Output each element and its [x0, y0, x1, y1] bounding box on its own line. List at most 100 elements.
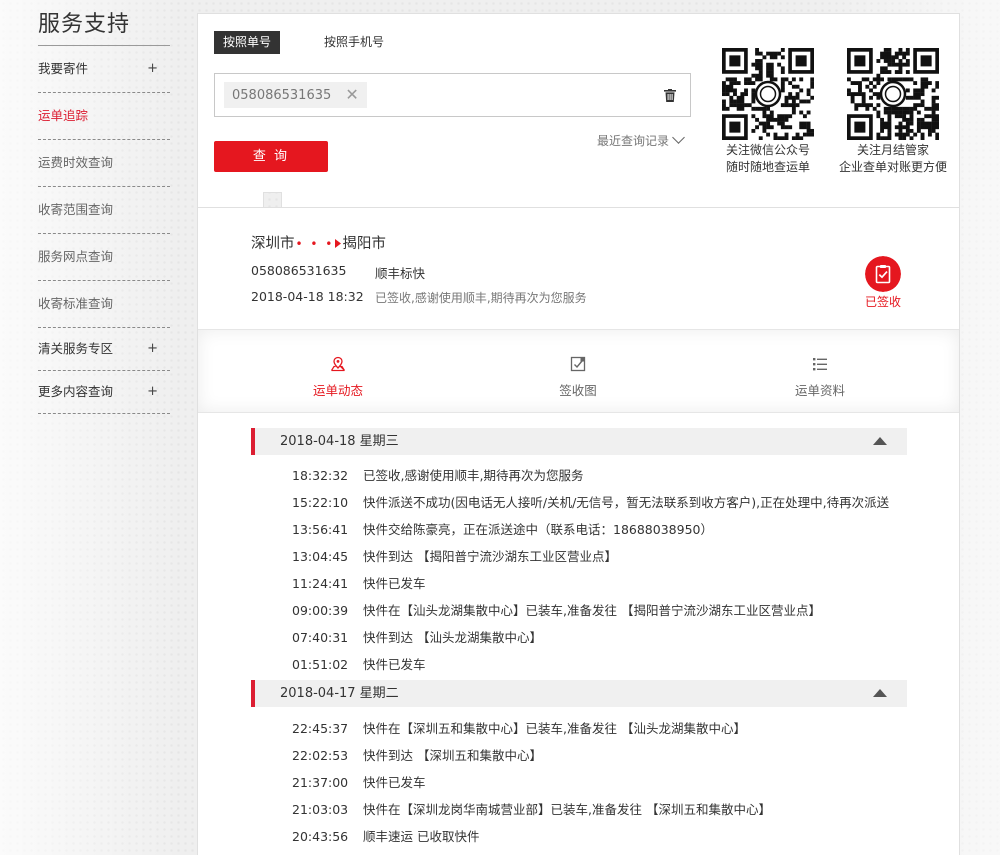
event-time: 13:04:45 — [292, 549, 349, 564]
tracking-result-panel: 深圳市• • • 揭阳市 058086531635 顺丰标快 2018-04-18… — [197, 207, 960, 855]
event-time: 13:56:41 — [292, 522, 349, 537]
event-text: 快件派送不成功(因电话无人接听/关机/无信号，暂无法联系到收方客户),正在处理中… — [363, 495, 890, 510]
sidebar-item-label: 运费时效查询 — [38, 155, 114, 170]
route-line: 深圳市• • • 揭阳市 — [251, 232, 386, 253]
tab-label: 运单动态 — [312, 383, 363, 398]
event-row: 13:04:45 快件到达 【揭阳普宁流沙湖东工业区营业点】 — [292, 547, 617, 574]
sidebar-item-label: 收寄标准查询 — [38, 296, 114, 311]
tab-by-phone[interactable]: 按照手机号 — [324, 31, 384, 54]
event-time: 20:43:56 — [292, 829, 349, 844]
wechat-qr-code — [722, 48, 814, 140]
expand-plus-icon[interactable]: + — [147, 46, 158, 92]
waybill-chip-value: 058086531635 — [232, 88, 332, 103]
sidebar-item-coverage[interactable]: 收寄范围查询 — [38, 187, 170, 234]
recent-queries-label: 最近查询记录 — [597, 134, 670, 148]
event-row: 13:56:41 快件交给陈豪亮，正在派送途中（联系电话：18688038950） — [292, 520, 713, 547]
event-text: 快件在【深圳龙岗华南城营业部】已装车,准备发往 【深圳五和集散中心】 — [363, 802, 771, 817]
recent-queries-toggle[interactable]: 最近查询记录 — [597, 131, 685, 149]
event-time: 21:37:00 — [292, 775, 349, 790]
day-header[interactable]: 2018-04-18 星期三 — [251, 428, 907, 455]
waybill-search-input[interactable]: 058086531635 ✕ — [214, 73, 691, 117]
sidebar-item-label: 收寄范围查询 — [38, 202, 114, 217]
event-time: 21:03:03 — [292, 802, 349, 817]
search-panel: 按照单号 按照手机号 058086531635 ✕ 最近查询记录 查 询 关注微… — [197, 13, 960, 193]
event-row: 15:22:10 快件派送不成功(因电话无人接听/关机/无信号，暂无法联系到收方客… — [292, 493, 889, 520]
latest-update-status: 已签收,感谢使用顺丰,期待再次为您服务 — [375, 291, 587, 305]
expand-plus-icon[interactable]: + — [147, 328, 158, 370]
event-text: 快件已发车 — [363, 775, 426, 790]
event-time: 18:32:32 — [292, 468, 349, 483]
sidebar-item-more[interactable]: 更多内容查询 + — [38, 371, 170, 414]
card-tab-stub — [197, 192, 264, 208]
sidebar-item-label: 服务网点查询 — [38, 249, 114, 264]
event-time: 22:02:53 — [292, 748, 349, 763]
wechat-qr-caption: 关注微信公众号 随时随地查运单 — [725, 143, 810, 174]
event-text: 快件已发车 — [363, 576, 426, 591]
tab-label: 运单资料 — [794, 383, 845, 398]
sidebar-item-send[interactable]: 我要寄件 + — [38, 46, 170, 93]
sidebar-item-label: 清关服务专区 — [38, 341, 114, 356]
event-row: 18:32:32 已签收,感谢使用顺丰,期待再次为您服务 — [292, 466, 583, 493]
route-arrow-icon — [335, 239, 342, 248]
sidebar: 服务支持 我要寄件 + 运单追踪 运费时效查询 收寄范围查询 服务网点查询 收寄… — [38, 8, 170, 414]
monthly-account-qr-code — [847, 48, 939, 140]
chevron-down-icon — [672, 131, 685, 144]
event-row: 22:02:53 快件到达 【深圳五和集散中心】 — [292, 746, 542, 773]
event-time: 07:40:31 — [292, 630, 349, 645]
event-time: 11:24:41 — [292, 576, 349, 591]
sidebar-item-standards[interactable]: 收寄标准查询 — [38, 281, 170, 328]
close-icon[interactable]: ✕ — [345, 82, 358, 108]
tab-signature-image[interactable]: 签收图 — [518, 330, 638, 414]
event-row: 21:37:00 快件已发车 — [292, 773, 426, 800]
event-row: 21:03:03 快件在【深圳龙岗华南城营业部】已装车,准备发往 【深圳五和集散中… — [292, 800, 771, 827]
monthly-account-qr-caption: 关注月结管家 企业查单对账更方便 — [838, 143, 947, 174]
event-time: 01:51:02 — [292, 657, 349, 672]
event-row: 20:43:56 顺丰速运 已收取快件 — [292, 827, 479, 854]
event-row: 01:51:02 快件已发车 — [292, 655, 426, 682]
event-text: 顺丰速运 已收取快件 — [363, 829, 480, 844]
day-date: 2018-04-18 星期三 — [280, 434, 399, 449]
collapse-caret-icon[interactable] — [873, 689, 887, 697]
sidebar-item-outlets[interactable]: 服务网点查询 — [38, 234, 170, 281]
event-time: 15:22:10 — [292, 495, 349, 510]
sidebar-item-label: 更多内容查询 — [38, 384, 114, 399]
latest-update-time: 2018-04-18 18:32 — [251, 289, 364, 304]
route-destination: 揭阳市 — [342, 236, 386, 252]
sidebar-title: 服务支持 — [38, 8, 170, 46]
service-type: 顺丰标快 — [375, 266, 426, 281]
trash-icon[interactable] — [664, 89, 676, 102]
day-date: 2018-04-17 星期二 — [280, 686, 399, 701]
event-text: 快件到达 【深圳五和集散中心】 — [363, 748, 542, 763]
sidebar-item-customs[interactable]: 清关服务专区 + — [38, 328, 170, 371]
map-pin-icon — [330, 356, 346, 372]
event-text: 快件到达 【汕头龙湖集散中心】 — [363, 630, 542, 645]
route-dots: • • • — [295, 237, 335, 251]
tab-waybill-info[interactable]: 运单资料 — [760, 330, 880, 414]
waybill-chip: 058086531635 ✕ — [224, 82, 367, 108]
list-icon — [813, 358, 827, 371]
tab-by-waybill[interactable]: 按照单号 — [214, 31, 280, 54]
event-time: 09:00:39 — [292, 603, 349, 618]
event-row: 22:45:37 快件在【深圳五和集散中心】已装车,准备发往 【汕头龙湖集散中心】 — [292, 719, 746, 746]
tab-waybill-events[interactable]: 运单动态 — [278, 330, 398, 414]
sidebar-item-tracking[interactable]: 运单追踪 — [38, 93, 170, 140]
card-tab-stub — [281, 192, 960, 208]
event-row: 09:00:39 快件在【汕头龙湖集散中心】已装车,准备发往 【揭阳普宁流沙湖东工… — [292, 601, 821, 628]
sidebar-item-label: 运单追踪 — [38, 108, 89, 123]
signed-status-label: 已签收 — [864, 295, 901, 309]
sidebar-item-freight-time[interactable]: 运费时效查询 — [38, 140, 170, 187]
event-text: 快件交给陈豪亮，正在派送途中（联系电话：18688038950） — [363, 522, 713, 537]
collapse-caret-icon[interactable] — [873, 437, 887, 445]
event-text: 快件在【汕头龙湖集散中心】已装车,准备发往 【揭阳普宁流沙湖东工业区营业点】 — [363, 603, 821, 618]
event-row: 11:24:41 快件已发车 — [292, 574, 426, 601]
event-text: 已签收,感谢使用顺丰,期待再次为您服务 — [363, 468, 584, 483]
day-header[interactable]: 2018-04-17 星期二 — [251, 680, 907, 707]
detail-tabs: 运单动态 签收图 运单资料 — [198, 329, 959, 413]
tab-label: 签收图 — [559, 383, 597, 398]
event-time: 22:45:37 — [292, 721, 349, 736]
sidebar-item-label: 我要寄件 — [38, 61, 89, 76]
route-origin: 深圳市 — [251, 236, 295, 252]
event-text: 快件到达 【揭阳普宁流沙湖东工业区营业点】 — [363, 549, 617, 564]
query-button[interactable]: 查 询 — [214, 141, 328, 172]
expand-plus-icon[interactable]: + — [147, 371, 158, 413]
